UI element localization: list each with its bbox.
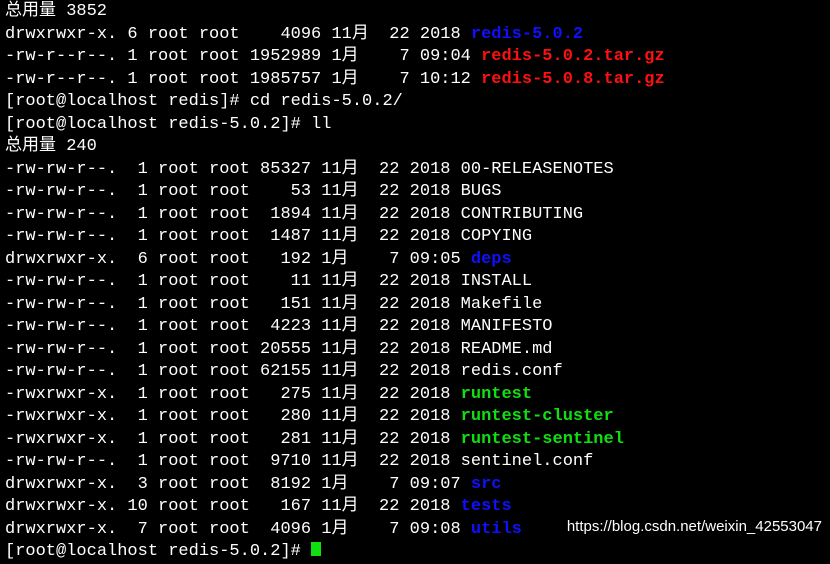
terminal-line: 总用量 240 (5, 136, 830, 159)
terminal-line-text: drwxrwxr-x. 7 root root 4096 1月 7 09:08 (5, 519, 471, 539)
exec-name: runtest-cluster (460, 407, 614, 426)
watermark-url: https://blog.csdn.net/weixin_42553047 (566, 518, 822, 535)
terminal-line: -rwxrwxr-x. 1 root root 275 11月 22 2018 … (5, 384, 830, 407)
terminal-line-text: -rw-rw-r--. 1 root root 9710 11月 22 2018… (5, 452, 594, 471)
dir-name: tests (460, 497, 512, 516)
dir-name: src (470, 474, 502, 494)
dir-name: redis-5.0.2 (470, 24, 584, 44)
terminal-line-text: 总用量 240 (5, 137, 97, 156)
terminal-line-text: [root@localhost redis-5.0.2]# (5, 542, 312, 561)
terminal-line: drwxrwxr-x. 6 root root 192 1月 7 09:05 d… (5, 249, 830, 272)
terminal-line: -rw-rw-r--. 1 root root 53 11月 22 2018 B… (5, 181, 830, 204)
terminal-line: 总用量 3852 (5, 1, 830, 24)
archive-name: redis-5.0.8.tar.gz (481, 69, 665, 89)
terminal-line-text: -rw-rw-r--. 1 root root 1894 11月 22 2018… (5, 204, 584, 224)
terminal-line-text: -rw-r--r--. 1 root root 1985757 1月 7 10:… (5, 69, 482, 89)
terminal-line-text: -rw-rw-r--. 1 root root 151 11月 22 2018 … (5, 294, 543, 314)
terminal-line-text: -rw-rw-r--. 1 root root 85327 11月 22 201… (5, 159, 614, 179)
terminal-window[interactable]: 总用量 3852 drwxrwxr-x. 6 root root 4096 11月… (0, 0, 830, 561)
terminal-line: -rw-rw-r--. 1 root root 85327 11月 22 201… (5, 159, 830, 182)
terminal-line: -rw-r--r--. 1 root root 1985757 1月 7 10:… (5, 69, 830, 92)
terminal-line: -rw-rw-r--. 1 root root 151 11月 22 2018 … (5, 294, 830, 317)
terminal-line: drwxrwxr-x. 6 root root 4096 11月 22 2018… (5, 24, 830, 47)
terminal-line: -rwxrwxr-x. 1 root root 280 11月 22 2018 … (5, 406, 830, 429)
exec-name: runtest (460, 384, 533, 404)
terminal-line-text: -rwxrwxr-x. 1 root root 280 11月 22 2018 (5, 407, 461, 426)
exec-name: runtest-sentinel (460, 429, 624, 449)
terminal-line-text: drwxrwxr-x. 6 root root 4096 11月 22 2018 (5, 24, 471, 44)
terminal-line: drwxrwxr-x. 3 root root 8192 1月 7 09:07 … (5, 474, 830, 497)
terminal-line: -rw-r--r--. 1 root root 1952989 1月 7 09:… (5, 46, 830, 69)
terminal-line: -rwxrwxr-x. 1 root root 281 11月 22 2018 … (5, 429, 830, 452)
terminal-line: drwxrwxr-x. 10 root root 167 11月 22 2018… (5, 496, 830, 519)
text-cursor (311, 542, 322, 556)
terminal-line-text: -rw-rw-r--. 1 root root 11 11月 22 2018 I… (5, 272, 533, 291)
terminal-line: -rw-rw-r--. 1 root root 9710 11月 22 2018… (5, 451, 830, 474)
dir-name: utils (470, 519, 522, 539)
terminal-line-text: -rw-rw-r--. 1 root root 20555 11月 22 201… (5, 339, 553, 359)
terminal-line: -rw-rw-r--. 1 root root 11 11月 22 2018 I… (5, 271, 830, 294)
terminal-line: [root@localhost redis]# cd redis-5.0.2/ (5, 91, 830, 114)
terminal-line-text: -rw-rw-r--. 1 root root 62155 11月 22 201… (5, 362, 563, 381)
terminal-line-text: -rw-rw-r--. 1 root root 1487 11月 22 2018… (5, 227, 533, 246)
terminal-line-text: -rwxrwxr-x. 1 root root 275 11月 22 2018 (5, 384, 461, 404)
terminal-line-text: 总用量 3852 (5, 2, 108, 21)
terminal-line: [root@localhost redis-5.0.2]# (5, 541, 830, 564)
terminal-line: [root@localhost redis-5.0.2]# ll (5, 114, 830, 137)
archive-name: redis-5.0.2.tar.gz (481, 47, 665, 66)
terminal-line-text: drwxrwxr-x. 3 root root 8192 1月 7 09:07 (5, 474, 471, 494)
terminal-line-text: -rw-rw-r--. 1 root root 4223 11月 22 2018… (5, 317, 553, 336)
terminal-line-text: drwxrwxr-x. 10 root root 167 11月 22 2018 (5, 497, 461, 516)
terminal-line-text: [root@localhost redis]# cd redis-5.0.2/ (5, 92, 403, 111)
terminal-line-text: [root@localhost redis-5.0.2]# ll (5, 114, 332, 134)
terminal-line: -rw-rw-r--. 1 root root 20555 11月 22 201… (5, 339, 830, 362)
terminal-line: -rw-rw-r--. 1 root root 1487 11月 22 2018… (5, 226, 830, 249)
terminal-line-text: -rwxrwxr-x. 1 root root 281 11月 22 2018 (5, 429, 461, 449)
terminal-line-text: -rw-rw-r--. 1 root root 53 11月 22 2018 B… (5, 182, 502, 201)
terminal-line: -rw-rw-r--. 1 root root 4223 11月 22 2018… (5, 316, 830, 339)
terminal-line-text: -rw-r--r--. 1 root root 1952989 1月 7 09:… (5, 47, 482, 66)
terminal-line: -rw-rw-r--. 1 root root 1894 11月 22 2018… (5, 204, 830, 227)
terminal-line: -rw-rw-r--. 1 root root 62155 11月 22 201… (5, 361, 830, 384)
dir-name: deps (470, 249, 512, 269)
terminal-line-text: drwxrwxr-x. 6 root root 192 1月 7 09:05 (5, 249, 471, 269)
